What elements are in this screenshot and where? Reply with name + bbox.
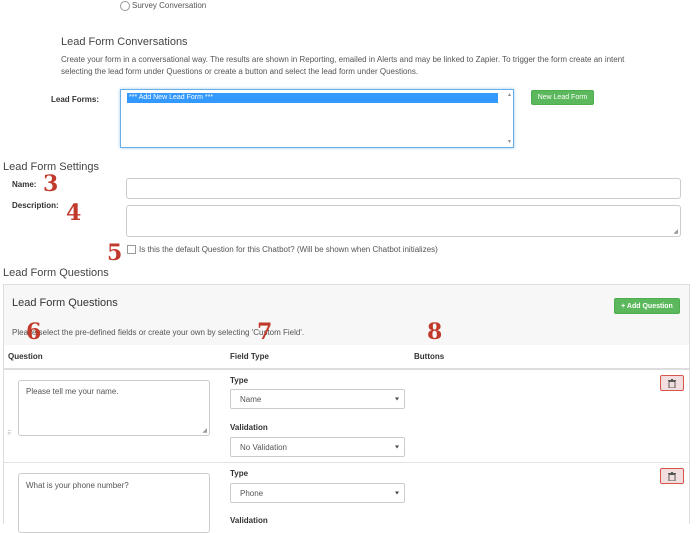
description-line-2: selecting the lead form under Questions … (61, 67, 419, 76)
lead-form-questions-outer-title: Lead Form Questions (3, 267, 109, 279)
lead-forms-label: Lead Forms: (51, 95, 100, 104)
name-input[interactable] (126, 178, 681, 199)
validation-select-1[interactable]: No Validation (230, 437, 405, 457)
type-select-value-1: Name (240, 394, 262, 404)
question-text-1: Please tell me your name. (26, 387, 119, 396)
validation-label-1: Validation (230, 423, 268, 432)
listbox-option-add-new[interactable]: *** Add New Lead Form *** (127, 93, 498, 103)
annotation-4: 4 (66, 200, 82, 226)
type-select-1[interactable]: Name (230, 389, 405, 409)
annotation-7: 7 (257, 319, 273, 345)
question-textarea-1[interactable]: Please tell me your name. ◢ (18, 380, 210, 436)
column-header-field-type: Field Type (230, 352, 269, 361)
delete-question-button-2[interactable] (660, 468, 684, 484)
type-select-2[interactable]: Phone (230, 483, 405, 503)
trash-icon (668, 471, 676, 481)
resize-handle-icon[interactable]: ◢ (202, 427, 207, 434)
description-label: Description: (12, 201, 59, 210)
trash-icon (668, 378, 676, 388)
annotation-6: 6 (26, 319, 42, 345)
question-text-2: What is your phone number? (26, 481, 129, 490)
type-select-value-2: Phone (240, 488, 264, 498)
chevron-down-icon (395, 445, 399, 449)
scroll-up-icon[interactable]: ▲ (507, 92, 512, 98)
survey-conversation-label: Survey Conversation (132, 1, 207, 10)
column-header-question: Question (8, 352, 43, 361)
column-header-buttons: Buttons (414, 352, 445, 361)
chevron-down-icon (395, 397, 399, 401)
description-line-1: Create your form in a conversational way… (61, 55, 625, 64)
validation-select-value-1: No Validation (240, 442, 287, 452)
survey-conversation-radio[interactable] (120, 1, 130, 11)
question-textarea-2[interactable]: What is your phone number? (18, 473, 210, 533)
default-question-label: Is this the default Question for this Ch… (139, 245, 438, 254)
lead-form-conversations-title: Lead Form Conversations (61, 36, 188, 48)
drag-handle-icon[interactable]: ⠿ (7, 430, 11, 437)
table-header-divider (4, 368, 689, 370)
new-lead-form-button[interactable]: New Lead Form (531, 90, 594, 105)
annotation-8: 8 (427, 319, 443, 345)
resize-handle-icon[interactable]: ◢ (673, 228, 678, 235)
type-label-1: Type (230, 376, 249, 385)
chevron-down-icon (395, 491, 399, 495)
name-label: Name: (12, 180, 37, 189)
row-divider (4, 462, 689, 463)
annotation-3: 3 (43, 171, 59, 197)
delete-question-button-1[interactable] (660, 375, 684, 391)
default-question-checkbox[interactable] (127, 245, 136, 254)
description-textarea[interactable]: ◢ (126, 205, 681, 237)
scroll-down-icon[interactable]: ▼ (507, 139, 512, 145)
add-question-button[interactable]: + Add Question (614, 298, 680, 314)
listbox-scrollbar[interactable]: ▲ ▼ (505, 90, 513, 147)
annotation-5: 5 (107, 240, 123, 266)
questions-panel-title: Lead Form Questions (12, 297, 118, 309)
lead-forms-listbox[interactable]: *** Add New Lead Form *** ▲ ▼ (120, 89, 514, 148)
type-label-2: Type (230, 469, 249, 478)
